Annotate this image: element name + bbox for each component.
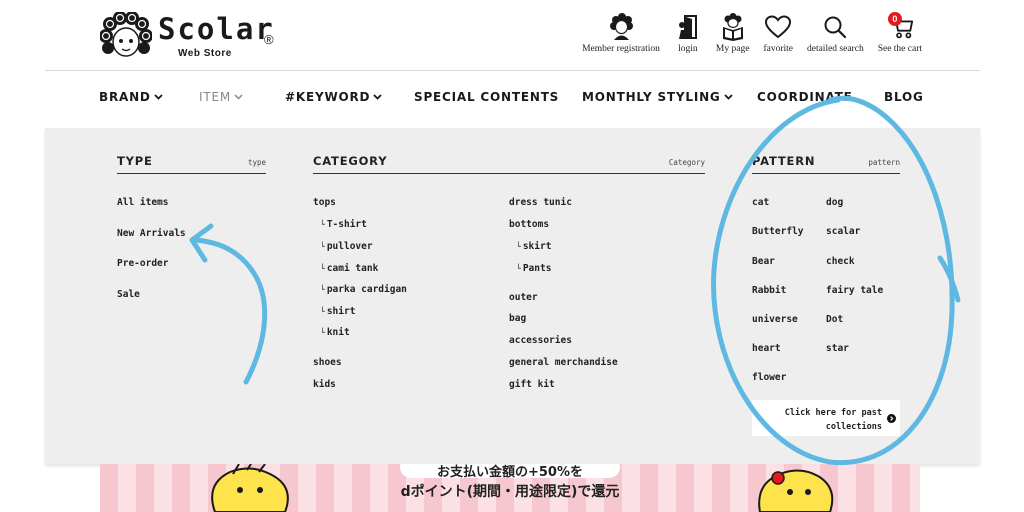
search-icon (824, 16, 847, 39)
member-registration-link[interactable]: Member registration (582, 12, 660, 54)
curly-hair-girl-logo-icon (100, 12, 152, 57)
pattern-link[interactable]: Bear (752, 256, 775, 267)
category-link[interactable]: kids (313, 379, 336, 390)
registered-mark: ® (264, 32, 274, 47)
category-link[interactable]: bag (509, 313, 526, 324)
category-link[interactable]: tops (313, 197, 336, 208)
nav-coordinate[interactable]: COORDINATE (757, 90, 853, 104)
category-link[interactable]: T-shirt (320, 219, 367, 230)
category-link[interactable]: outer (509, 292, 538, 303)
chevron-down-icon (234, 94, 243, 100)
my-page-label: My page (715, 44, 750, 54)
pattern-link[interactable]: cat (752, 197, 769, 208)
mypage-icon (722, 13, 743, 41)
login-door-icon (678, 15, 697, 39)
logo-subtitle: Web Store (178, 48, 232, 59)
nav-monthly-styling[interactable]: MONTHLY STYLING (582, 90, 733, 104)
chevron-down-icon (373, 94, 382, 100)
past-collections-line2: collections (825, 422, 882, 432)
nav-blog[interactable]: BLOG (884, 90, 924, 104)
detailed-search-link[interactable]: detailed search (807, 12, 864, 54)
pattern-link[interactable]: heart (752, 343, 781, 354)
pattern-subtitle: pattern (868, 158, 900, 167)
logo-wordmark: Scolar (158, 12, 275, 46)
nav-keyword[interactable]: #KEYWORD (285, 90, 382, 104)
pattern-link[interactable]: scalar (826, 226, 860, 237)
login-link[interactable]: login (674, 12, 702, 54)
cart-count-badge: 0 (887, 12, 902, 26)
member-icon (610, 13, 633, 40)
category-link[interactable]: cami tank (320, 263, 378, 274)
category-heading: CATEGORY Category (313, 154, 705, 174)
nav-item-label: ITEM (199, 90, 232, 104)
pattern-link[interactable]: flower (752, 372, 786, 383)
category-link[interactable]: shirt (320, 306, 356, 317)
category-link[interactable]: parka cardigan (320, 284, 407, 295)
item-mega-menu: TYPE type All items New Arrivals Pre-ord… (45, 128, 980, 464)
category-link[interactable]: general merchandise (509, 357, 618, 368)
nav-monthly-styling-label: MONTHLY STYLING (582, 90, 721, 104)
chevron-down-icon (723, 94, 733, 100)
nav-brand-label: BRAND (99, 90, 151, 104)
circle-arrow-right-icon (887, 414, 896, 423)
nav-blog-label: BLOG (884, 90, 924, 104)
category-link[interactable]: gift kit (509, 379, 555, 390)
type-title: TYPE (117, 154, 153, 168)
category-link[interactable]: accessories (509, 335, 572, 346)
pattern-link[interactable]: dog (826, 197, 843, 208)
favorite-link[interactable]: favorite (763, 12, 793, 54)
type-link-all-items[interactable]: All items (117, 197, 168, 208)
type-link-sale[interactable]: Sale (117, 289, 140, 300)
type-heading: TYPE type (117, 154, 266, 174)
pattern-link[interactable]: Dot (826, 314, 843, 325)
category-link[interactable]: shoes (313, 357, 342, 368)
detailed-search-label: detailed search (806, 44, 864, 54)
nav-brand[interactable]: BRAND (99, 90, 163, 104)
past-collections-label: Click here for past collections (772, 406, 882, 434)
nav-item[interactable]: ITEM (199, 90, 243, 104)
pattern-link[interactable]: fairy tale (826, 285, 883, 296)
category-link[interactable]: dress tunic (509, 197, 572, 208)
nav-keyword-label: #KEYWORD (285, 90, 371, 104)
header-divider (45, 70, 980, 71)
store-logo[interactable]: Scolar ® Web Store (100, 10, 290, 62)
header-utility-nav: Member registration login My page favori… (568, 12, 922, 54)
my-page-link[interactable]: My page (715, 12, 750, 54)
favorite-label: favorite (763, 44, 793, 54)
yellow-chick-illustration-icon (758, 469, 834, 512)
yellow-chick-illustration-icon (211, 464, 289, 512)
pattern-link[interactable]: universe (752, 314, 798, 325)
past-collections-line1: Click here for past (784, 408, 882, 418)
pattern-link[interactable]: star (826, 343, 849, 354)
category-title: CATEGORY (313, 154, 388, 168)
chevron-down-icon (154, 94, 163, 100)
pattern-heading: PATTERN pattern (752, 154, 900, 174)
pattern-link[interactable]: Butterfly (752, 226, 803, 237)
nav-special-contents[interactable]: SPECIAL CONTENTS (414, 90, 559, 104)
campaign-banner[interactable]: お支払い金額の+50%を dポイント(期間・用途限定)で還元 (100, 464, 920, 512)
type-subtitle: type (247, 158, 266, 167)
category-link[interactable]: pullover (320, 241, 373, 252)
category-link[interactable]: bottoms (509, 219, 549, 230)
category-link[interactable]: Pants (516, 263, 552, 274)
nav-coordinate-label: COORDINATE (757, 90, 853, 104)
see-the-cart-link[interactable]: 0 See the cart (878, 12, 922, 54)
category-link[interactable]: knit (320, 327, 350, 338)
pattern-link[interactable]: Rabbit (752, 285, 786, 296)
category-subtitle: Category (668, 158, 705, 167)
nav-special-contents-label: SPECIAL CONTENTS (414, 90, 560, 104)
login-label: login (678, 44, 698, 54)
type-link-pre-order[interactable]: Pre-order (117, 258, 168, 269)
past-collections-button[interactable]: Click here for past collections (752, 400, 900, 436)
pattern-link[interactable]: check (826, 256, 855, 267)
member-registration-label: Member registration (582, 44, 660, 54)
see-the-cart-label: See the cart (877, 44, 922, 54)
category-link[interactable]: skirt (516, 241, 552, 252)
pattern-title: PATTERN (752, 154, 816, 168)
main-nav: BRAND ITEM #KEYWORD SPECIAL CONTENTS MON… (99, 90, 923, 110)
heart-icon (765, 15, 792, 39)
type-link-new-arrivals[interactable]: New Arrivals (117, 228, 186, 239)
